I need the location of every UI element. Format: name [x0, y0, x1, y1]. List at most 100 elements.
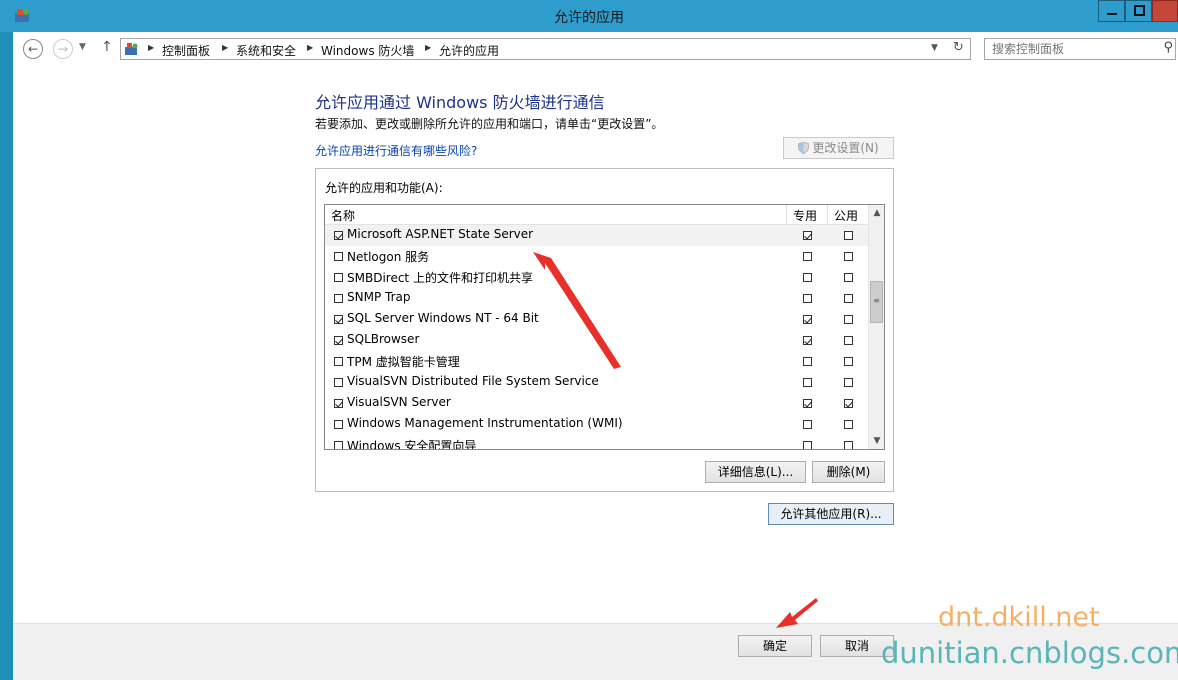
details-button[interactable]: 详细信息(L)... — [705, 461, 806, 483]
column-divider[interactable] — [786, 205, 787, 224]
breadcrumb-allowed-apps[interactable]: 允许的应用 — [439, 42, 499, 59]
maximize-button[interactable] — [1125, 0, 1152, 22]
private-checkbox[interactable] — [803, 336, 812, 345]
page-description: 若要添加、更改或删除所允许的应用和端口，请单击“更改设置”。 — [315, 117, 664, 131]
public-checkbox[interactable] — [844, 336, 853, 345]
app-name: TPM 虚拟智能卡管理 — [347, 355, 460, 369]
watermark-text: dunitian.cnblogs.com — [881, 636, 1178, 670]
private-checkbox[interactable] — [803, 231, 812, 240]
breadcrumb-control-panel[interactable]: 控制面板 — [162, 42, 210, 59]
app-name: Windows Management Instrumentation (WMI) — [347, 416, 623, 430]
public-checkbox[interactable] — [844, 252, 853, 261]
enable-checkbox[interactable] — [334, 294, 343, 303]
enable-checkbox[interactable] — [334, 336, 343, 345]
public-checkbox[interactable] — [844, 420, 853, 429]
refresh-icon[interactable]: ↻ — [953, 40, 964, 55]
recent-pages-dropdown-icon[interactable]: ▼ — [79, 42, 86, 52]
risk-help-link[interactable]: 允许应用进行通信有哪些风险? — [315, 142, 477, 159]
watermark-text: dnt.dkill.net — [938, 602, 1100, 633]
list-scrollbar[interactable]: ▲ ≡ ▼ — [868, 205, 884, 449]
private-checkbox[interactable] — [803, 273, 812, 282]
allowed-apps-group: 允许的应用和功能(A): 名称 专用 公用 Microsoft ASP.NET … — [315, 168, 894, 492]
enable-checkbox[interactable] — [334, 231, 343, 240]
title-bar[interactable]: 允许的应用 — [0, 0, 1178, 32]
list-item[interactable]: Windows 安全配置向导 — [325, 435, 868, 450]
public-checkbox[interactable] — [844, 357, 853, 366]
list-item[interactable]: Netlogon 服务 — [325, 246, 868, 267]
enable-checkbox[interactable] — [334, 441, 343, 449]
app-name: VisualSVN Distributed File System Servic… — [347, 374, 599, 388]
minimize-button[interactable] — [1098, 0, 1125, 22]
enable-checkbox[interactable] — [334, 315, 343, 324]
list-item[interactable]: Microsoft ASP.NET State Server — [325, 225, 868, 246]
scroll-thumb[interactable]: ≡ — [870, 281, 883, 323]
list-item[interactable]: SNMP Trap — [325, 288, 868, 309]
private-checkbox[interactable] — [803, 399, 812, 408]
app-name: SMBDirect 上的文件和打印机共享 — [347, 271, 533, 285]
public-checkbox[interactable] — [844, 294, 853, 303]
private-checkbox[interactable] — [803, 252, 812, 261]
scroll-up-icon[interactable]: ▲ — [869, 205, 884, 221]
column-header-name[interactable]: 名称 — [331, 207, 355, 224]
enable-checkbox[interactable] — [334, 420, 343, 429]
public-checkbox[interactable] — [844, 273, 853, 282]
breadcrumb-separator-icon[interactable]: ▶ — [307, 43, 313, 52]
private-checkbox[interactable] — [803, 420, 812, 429]
ok-button[interactable]: 确定 — [738, 635, 812, 657]
group-label: 允许的应用和功能(A): — [325, 181, 443, 195]
enable-checkbox[interactable] — [334, 273, 343, 282]
breadcrumb-windows-firewall[interactable]: Windows 防火墙 — [321, 42, 414, 59]
public-checkbox[interactable] — [844, 378, 853, 387]
back-button[interactable]: ← — [23, 39, 43, 59]
enable-checkbox[interactable] — [334, 378, 343, 387]
private-checkbox[interactable] — [803, 378, 812, 387]
column-header-public[interactable]: 公用 — [834, 207, 858, 224]
up-button[interactable]: ↑ — [101, 39, 113, 55]
forward-button[interactable]: → — [53, 39, 73, 59]
public-checkbox[interactable] — [844, 231, 853, 240]
private-checkbox[interactable] — [803, 294, 812, 303]
scroll-down-icon[interactable]: ▼ — [869, 433, 884, 449]
list-item[interactable]: TPM 虚拟智能卡管理 — [325, 351, 868, 372]
chevron-down-icon[interactable]: ▼ — [931, 43, 938, 53]
remove-button[interactable]: 删除(M) — [812, 461, 885, 483]
private-checkbox[interactable] — [803, 315, 812, 324]
search-box[interactable]: ⚲ — [984, 38, 1176, 60]
search-input[interactable] — [992, 42, 1152, 56]
private-checkbox[interactable] — [803, 441, 812, 449]
app-name: Microsoft ASP.NET State Server — [347, 227, 534, 241]
list-item[interactable]: Windows Management Instrumentation (WMI) — [325, 414, 868, 435]
close-button[interactable] — [1152, 0, 1178, 22]
app-name: VisualSVN Server — [347, 395, 451, 409]
enable-checkbox[interactable] — [334, 399, 343, 408]
public-checkbox[interactable] — [844, 315, 853, 324]
column-divider[interactable] — [827, 205, 828, 224]
change-settings-button[interactable]: 更改设置(N) — [783, 137, 894, 159]
list-item[interactable]: SQLBrowser — [325, 330, 868, 351]
list-header: 名称 专用 公用 — [325, 205, 868, 225]
window-title: 允许的应用 — [554, 10, 624, 26]
window: 允许的应用 ← → ▼ ↑ ▶ 控制面板 ▶ 系统和安全 ▶ Windows 防… — [0, 0, 1178, 680]
enable-checkbox[interactable] — [334, 357, 343, 366]
app-name: Windows 安全配置向导 — [347, 439, 477, 450]
control-panel-icon — [125, 43, 138, 55]
search-icon[interactable]: ⚲ — [1163, 40, 1173, 55]
public-checkbox[interactable] — [844, 441, 853, 449]
private-checkbox[interactable] — [803, 357, 812, 366]
address-bar[interactable]: ▶ 控制面板 ▶ 系统和安全 ▶ Windows 防火墙 ▶ 允许的应用 ▼ ↻ — [120, 38, 971, 60]
allow-other-app-button[interactable]: 允许其他应用(R)... — [768, 503, 894, 525]
navigation-bar: ← → ▼ ↑ ▶ 控制面板 ▶ 系统和安全 ▶ Windows 防火墙 ▶ 允… — [13, 32, 1178, 68]
allowed-apps-list[interactable]: 名称 专用 公用 Microsoft ASP.NET State Server N… — [324, 204, 885, 450]
breadcrumb-separator-icon[interactable]: ▶ — [425, 43, 431, 52]
list-item[interactable]: VisualSVN Server — [325, 393, 868, 414]
public-checkbox[interactable] — [844, 399, 853, 408]
change-settings-label: 更改设置(N) — [812, 141, 879, 155]
list-item[interactable]: SQL Server Windows NT - 64 Bit — [325, 309, 868, 330]
client-area: ← → ▼ ↑ ▶ 控制面板 ▶ 系统和安全 ▶ Windows 防火墙 ▶ 允… — [13, 32, 1178, 680]
list-item[interactable]: SMBDirect 上的文件和打印机共享 — [325, 267, 868, 288]
breadcrumb-separator-icon[interactable]: ▶ — [222, 43, 228, 52]
enable-checkbox[interactable] — [334, 252, 343, 261]
column-header-private[interactable]: 专用 — [793, 207, 817, 224]
breadcrumb-system-security[interactable]: 系统和安全 — [236, 42, 296, 59]
list-item[interactable]: VisualSVN Distributed File System Servic… — [325, 372, 868, 393]
